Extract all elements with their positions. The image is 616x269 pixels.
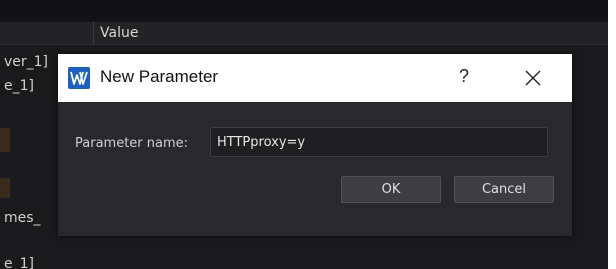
column-header-value[interactable]: Value [100,25,138,41]
column-separator[interactable] [93,22,94,44]
parameter-name-label: Parameter name: [75,136,189,151]
table-row-label[interactable]: ver_1] [4,54,48,70]
dialog-title: New Parameter [100,67,219,86]
table-row-label[interactable]: e_1] [4,78,34,94]
close-icon[interactable] [523,68,543,88]
ok-button[interactable]: OK [341,176,441,203]
top-strip [0,0,608,22]
row-thumbnail [0,128,10,152]
table-row-label[interactable]: e_1] [4,256,34,269]
cancel-button[interactable]: Cancel [454,176,554,203]
dialog-body: Parameter name: OK Cancel [58,102,572,236]
row-thumbnail [0,178,10,198]
dialog-titlebar: New Parameter ? [58,54,572,102]
app-logo-icon [68,67,90,89]
table-row-label[interactable]: mes_ [4,210,41,226]
new-parameter-dialog: New Parameter ? Parameter name: OK Cance… [58,54,572,236]
table-header: Value [0,22,608,45]
parameter-name-input[interactable] [210,127,548,157]
help-button[interactable]: ? [454,66,474,87]
